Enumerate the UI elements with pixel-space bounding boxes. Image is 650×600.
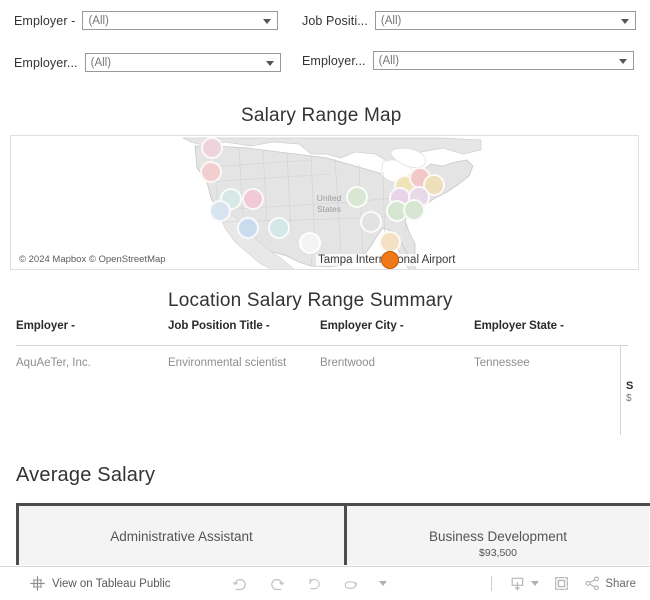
cell-employer-state: Tennessee xyxy=(474,357,530,369)
filter-employer-value: (All) xyxy=(88,14,109,27)
avg-salary-cell-name: Business Development xyxy=(428,529,568,544)
map-marker[interactable] xyxy=(242,188,264,210)
fullscreen-icon[interactable] xyxy=(553,575,570,592)
avg-salary-cell-value: $93,500 xyxy=(479,547,517,559)
avg-salary-cell-name: Administrative Assistant xyxy=(110,529,253,544)
cell-employer-city: Brentwood xyxy=(320,357,375,369)
map-marker[interactable] xyxy=(299,232,321,254)
download-icon[interactable] xyxy=(509,575,526,592)
filter-employer-dropdown[interactable]: (All) xyxy=(82,11,279,30)
map-title: Salary Range Map xyxy=(241,105,402,126)
table-header-rule xyxy=(16,345,628,346)
map-marker[interactable] xyxy=(268,217,290,239)
share-icon xyxy=(584,575,601,592)
table-header-employer-city[interactable]: Employer City - xyxy=(320,320,404,332)
share-button[interactable]: Share xyxy=(584,575,636,592)
toolbar-actions: Share xyxy=(488,575,636,592)
chevron-down-icon xyxy=(618,58,627,64)
table-header-employer-state[interactable]: Employer State - xyxy=(474,320,564,332)
table-header-job-position[interactable]: Job Position Title - xyxy=(168,320,270,332)
dashboard-viewport: Employer - (All) Job Positi... (All) Emp… xyxy=(0,0,650,600)
salary-range-map[interactable]: United States Tampa International Airpor… xyxy=(10,135,639,270)
map-marker[interactable] xyxy=(200,161,222,183)
filter-job-position-title-dropdown[interactable]: (All) xyxy=(374,11,636,30)
location-salary-range-summary: Employer - Job Position Title - Employer… xyxy=(0,320,650,440)
filter-employer-city: Employer... (All) xyxy=(14,53,281,72)
table-header-employer[interactable]: Employer - xyxy=(16,320,75,332)
filter-employer-city-label: Employer... xyxy=(14,55,78,70)
map-marker-selected[interactable] xyxy=(381,251,399,269)
map-marker[interactable] xyxy=(360,211,382,233)
toolbar-history-controls xyxy=(231,575,387,593)
map-basemap xyxy=(11,136,638,269)
filter-job-position-title-label: Job Positi... xyxy=(302,13,368,28)
map-attribution: © 2024 Mapbox © OpenStreetMap xyxy=(17,254,168,265)
view-on-tableau-public-button[interactable]: View on Tableau Public xyxy=(30,576,171,591)
cell-job-position: Environmental scientist xyxy=(168,357,287,369)
undo-icon[interactable] xyxy=(231,575,249,593)
average-salary-grid: Administrative Assistant Business Develo… xyxy=(16,503,650,565)
table-clipped-salary-column: S $ xyxy=(626,380,648,405)
chevron-down-icon xyxy=(265,60,274,66)
avg-salary-cell-business-development[interactable]: Business Development $93,500 xyxy=(344,506,649,565)
average-salary-title: Average Salary xyxy=(16,464,156,486)
share-label: Share xyxy=(605,577,636,590)
map-marker[interactable] xyxy=(346,186,368,208)
filter-employer-state-label: Employer... xyxy=(302,53,366,68)
map-marker[interactable] xyxy=(209,200,231,222)
avg-salary-cell-administrative-assistant[interactable]: Administrative Assistant xyxy=(16,506,344,565)
cell-employer: AquAeTer, Inc. xyxy=(16,357,91,369)
table-title: Location Salary Range Summary xyxy=(168,290,453,311)
refresh-dropdown-caret-icon[interactable] xyxy=(378,581,387,586)
chevron-down-icon xyxy=(263,18,272,24)
map-marker[interactable] xyxy=(403,199,425,221)
filter-bar: Employer - (All) Job Positi... (All) Emp… xyxy=(0,0,650,90)
map-marker[interactable] xyxy=(201,137,223,159)
filter-employer: Employer - (All) xyxy=(14,11,279,30)
tableau-logo-icon xyxy=(30,576,45,591)
filter-job-position-title: Job Positi... (All) xyxy=(302,11,636,30)
filter-employer-state-dropdown[interactable]: (All) xyxy=(372,51,634,70)
view-on-tableau-public-label: View on Tableau Public xyxy=(52,577,171,590)
clipped-column-header: S xyxy=(626,380,634,392)
filter-employer-city-value: (All) xyxy=(90,56,112,69)
clipped-column-value: $ xyxy=(626,393,632,404)
toolbar-divider xyxy=(491,576,493,591)
redo-icon[interactable] xyxy=(268,575,286,593)
filter-job-position-title-value: (All) xyxy=(380,14,402,27)
bottom-toolbar: View on Tableau Public Share xyxy=(0,566,650,600)
average-salary-panel: Average Salary Administrative Assistant … xyxy=(0,455,650,565)
filter-employer-state: Employer... (All) xyxy=(302,51,634,70)
refresh-icon[interactable] xyxy=(342,575,360,593)
table-right-divider xyxy=(620,345,621,435)
filter-employer-label: Employer - xyxy=(14,13,76,28)
revert-icon[interactable] xyxy=(305,575,323,593)
download-dropdown-caret-icon[interactable] xyxy=(531,581,540,586)
map-marker[interactable] xyxy=(379,231,401,253)
map-marker[interactable] xyxy=(237,217,259,239)
chevron-down-icon xyxy=(620,18,629,24)
filter-employer-city-dropdown[interactable]: (All) xyxy=(84,53,281,72)
filter-employer-state-value: (All) xyxy=(378,54,400,67)
